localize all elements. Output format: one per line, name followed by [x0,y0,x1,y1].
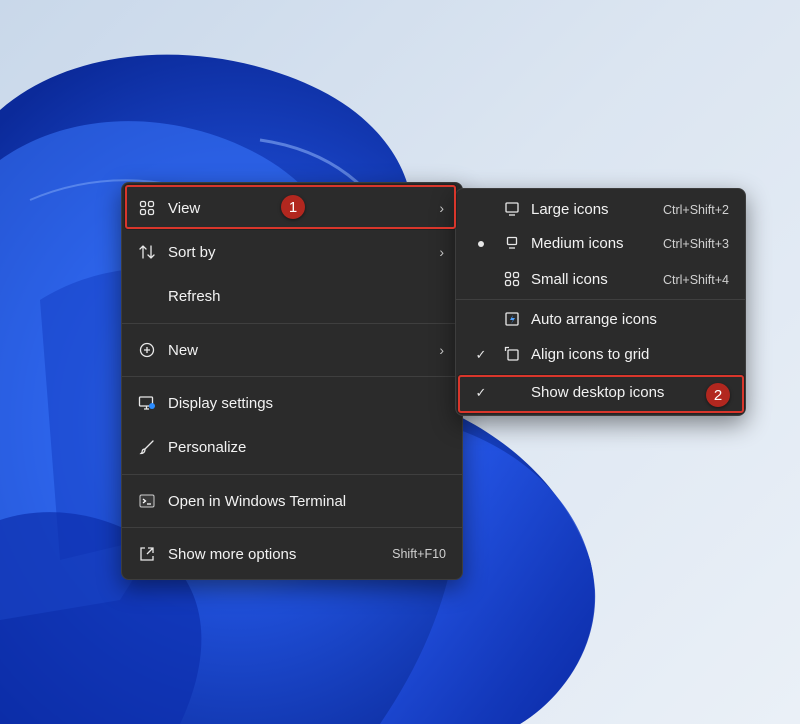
menu-item-sort-by[interactable]: Sort by › [126,233,458,271]
menu-separator [122,527,462,528]
highlight-box-show-desktop-icons [458,375,744,413]
menu-item-new-label: New [168,341,199,359]
align-grid-icon [504,346,522,364]
submenu-item-medium-icons[interactable]: Medium icons Ctrl+Shift+3 [460,227,741,261]
selection-mark [474,272,488,288]
auto-arrange-icon [504,311,522,329]
menu-separator [122,474,462,475]
submenu-item-align-to-grid[interactable]: ✓ Align icons to grid [460,338,741,372]
radio-dot-icon [474,236,488,252]
menu-item-show-more-label: Show more options [168,545,297,563]
shortcut-text: Ctrl+Shift+3 [662,237,729,251]
chevron-right-icon: › [439,342,444,358]
menu-item-personalize-label: Personalize [168,438,247,456]
shortcut-text: Ctrl+Shift+4 [662,273,729,287]
menu-item-personalize[interactable]: Personalize [126,428,458,466]
sort-arrows-icon [138,243,156,261]
medium-monitor-icon [504,235,522,253]
small-grid-icon [504,271,522,289]
large-monitor-icon [504,201,522,219]
desktop-context-menu: View › Sort by › Refresh New › Display s… [121,182,463,580]
submenu-item-auto-arrange[interactable]: Auto arrange icons [460,303,741,337]
menu-item-open-terminal-label: Open in Windows Terminal [168,492,347,510]
menu-item-show-more-options[interactable]: Show more options Shift+F10 [126,535,458,573]
plus-circle-icon [138,341,156,359]
menu-separator [122,323,462,324]
step-badge-2: 2 [706,383,730,407]
monitor-gear-icon [138,394,156,412]
submenu-item-align-to-grid-label: Align icons to grid [531,346,650,363]
terminal-icon [138,492,156,510]
submenu-item-medium-icons-label: Medium icons [531,235,624,252]
submenu-item-small-icons-label: Small icons [531,271,608,288]
checkmark-icon: ✓ [475,347,487,362]
menu-item-refresh-label: Refresh [168,287,221,305]
shortcut-text: Shift+F10 [392,547,446,561]
menu-separator [122,376,462,377]
menu-item-new[interactable]: New › [126,331,458,369]
menu-item-open-terminal[interactable]: Open in Windows Terminal [126,482,458,520]
brush-icon [138,438,156,456]
selection-mark [474,202,488,218]
menu-item-sort-by-label: Sort by [168,243,216,261]
submenu-item-auto-arrange-label: Auto arrange icons [531,311,657,328]
submenu-item-small-icons[interactable]: Small icons Ctrl+Shift+4 [460,263,741,297]
shortcut-text: Ctrl+Shift+2 [662,203,729,217]
menu-item-display-settings[interactable]: Display settings [126,384,458,422]
step-badge-1: 1 [281,195,305,219]
selection-mark [474,312,488,328]
menu-separator [456,299,745,300]
submenu-item-large-icons[interactable]: Large icons Ctrl+Shift+2 [460,193,741,227]
menu-item-refresh[interactable]: Refresh [126,277,458,315]
submenu-item-large-icons-label: Large icons [531,201,609,218]
chevron-right-icon: › [439,244,444,260]
menu-item-display-settings-label: Display settings [168,394,274,412]
expand-icon [138,545,156,563]
